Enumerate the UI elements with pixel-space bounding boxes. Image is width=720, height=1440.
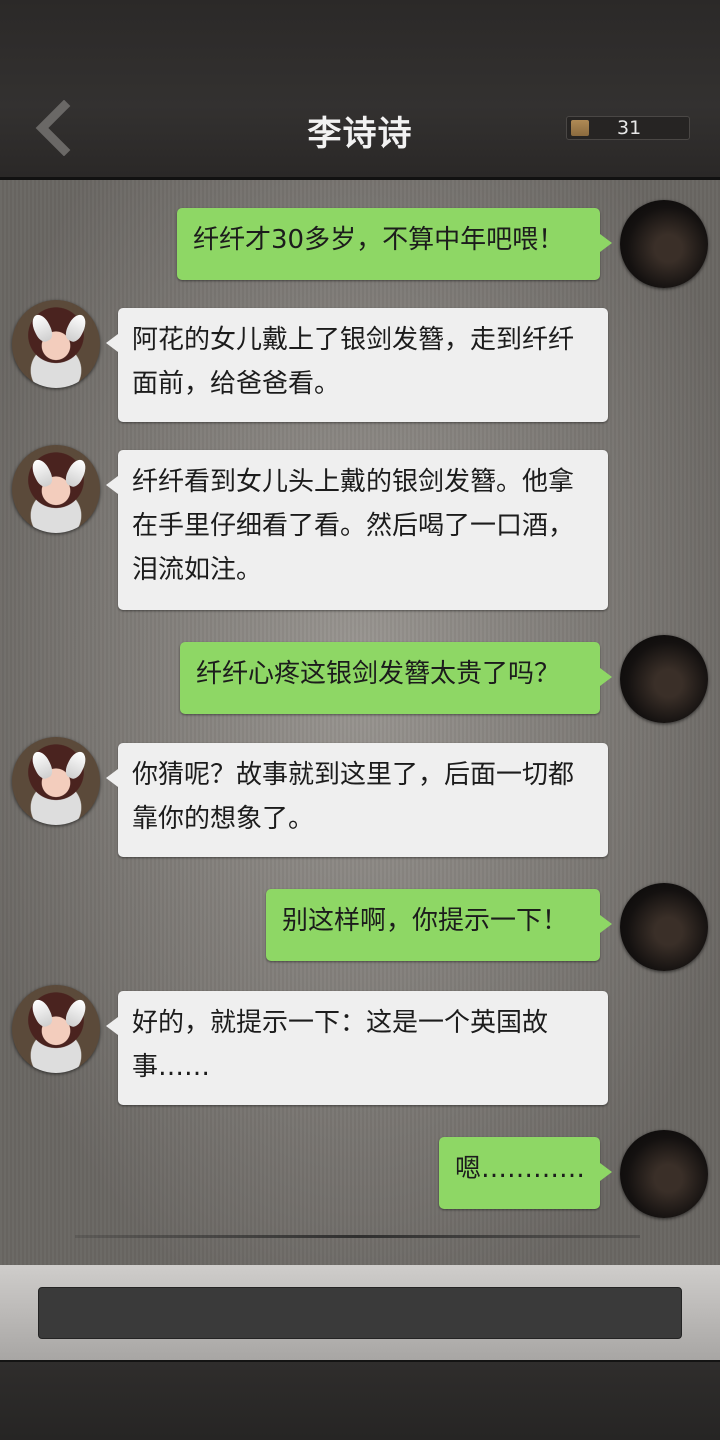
contact-avatar[interactable]: [12, 300, 100, 388]
contact-message-bubble: 纤纤看到女儿头上戴的银剑发簪。他拿在手里仔细看了看。然后喝了一口酒，泪流如注。: [106, 450, 608, 610]
contact-message-bubble: 你猜呢？故事就到这里了，后面一切都靠你的想象了。: [106, 743, 608, 857]
divider: [75, 1235, 640, 1238]
contact-avatar[interactable]: [12, 445, 100, 533]
contact-message-bubble: 阿花的女儿戴上了银剑发簪，走到纤纤面前，给爸爸看。: [106, 308, 608, 422]
user-message-bubble: 别这样啊，你提示一下！: [266, 889, 612, 961]
coin-icon: [571, 120, 589, 136]
input-bar: [0, 1265, 720, 1360]
user-avatar[interactable]: [620, 883, 708, 971]
bottom-bar: [0, 1360, 720, 1440]
chat-area[interactable]: 纤纤才30多岁，不算中年吧喂！ 阿花的女儿戴上了银剑发簪，走到纤纤面前，给爸爸看…: [0, 180, 720, 1265]
contact-avatar[interactable]: [12, 985, 100, 1073]
user-message-bubble: 嗯…………: [439, 1137, 612, 1209]
user-message-bubble: 纤纤才30多岁，不算中年吧喂！: [177, 208, 612, 280]
contact-message-bubble: 好的，就提示一下：这是一个英国故事……: [106, 991, 608, 1105]
coin-counter: 31: [566, 116, 690, 140]
user-avatar[interactable]: [620, 1130, 708, 1218]
top-bar: 李诗诗 31: [0, 0, 720, 180]
coin-count: 31: [617, 117, 642, 139]
user-avatar[interactable]: [620, 200, 708, 288]
contact-avatar[interactable]: [12, 737, 100, 825]
user-message-bubble: 纤纤心疼这银剑发簪太贵了吗？: [180, 642, 612, 714]
message-input[interactable]: [38, 1287, 682, 1339]
user-avatar[interactable]: [620, 635, 708, 723]
